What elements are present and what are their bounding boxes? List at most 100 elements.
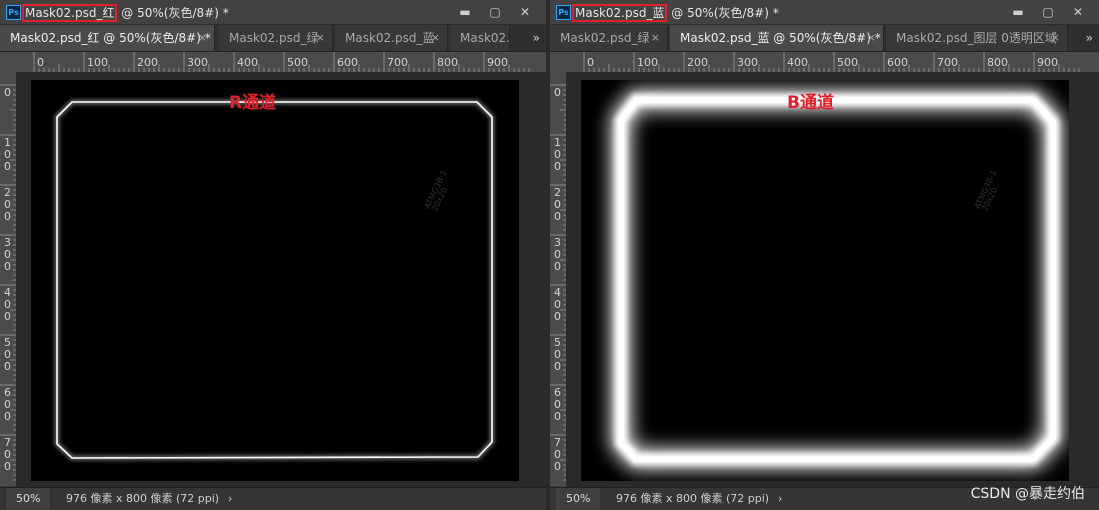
status-menu-arrow-icon[interactable]: › [778,488,782,510]
window-controls: ▬ ▢ ✕ [450,2,540,22]
ruler-label: 500 [4,336,11,373]
vertical-ruler-svg: 0 1 0 0 2 0 0 3 0 0 4 0 0 5 0 0 6 0 0 7 0 0 [0,84,16,481]
tab-label: Mask02.psd_蓝 @ 50%(灰色/8#) * [680,31,881,45]
tab-label: Mask02.psd_图层 0透明区域 [896,31,1057,45]
channel-label: R通道 [229,93,277,113]
ruler-label: 800 [987,56,1008,69]
ruler-label: 700 [387,56,408,69]
vertical-ruler-svg: 0 1 0 0 2 0 0 3 0 0 4 0 0 5 0 0 6 0 0 7 0 0 [550,84,566,481]
ruler-label: 100 [87,56,108,69]
minimize-button[interactable]: ▬ [450,2,480,22]
status-bar: 50% 976 像素 x 800 像素 (72 ppi) › [0,487,546,510]
window-title: Mask02.psd_蓝 @ 50%(灰色/8#) * [572,4,779,22]
tab-close-icon[interactable]: × [867,25,876,51]
ruler-label: 100 [554,136,561,173]
document-canvas[interactable]: R通道 ATMG3B-1 20x20 [31,80,519,481]
tab-close-icon[interactable]: × [316,25,325,51]
title-suffix: @ 50%(灰色/8#) * [117,6,229,20]
tab-label: Mask02.psd_红 @ 50%(灰色/8#) * [10,31,211,45]
tab-close-icon[interactable]: × [651,25,660,51]
ruler-label: 400 [787,56,808,69]
b-channel-frame [610,89,1064,470]
window-controls: ▬ ▢ ✕ [1003,2,1093,22]
title-highlight-box: Mask02.psd_红 [22,4,118,22]
tab-mask02-truncated[interactable]: Mask02. [450,25,510,51]
tab-label: Mask02. [460,31,510,45]
ruler-label: 300 [554,236,561,273]
canvas-workspace[interactable]: R通道 ATMG3B-1 20x20 [17,73,546,487]
tab-overflow-icon[interactable]: » [1086,25,1093,51]
document-canvas[interactable]: B通道 ATMG3B-1 20x20 [581,80,1069,481]
status-menu-arrow-icon[interactable]: › [228,488,232,510]
horizontal-ruler-svg: 0 100 200 300 400 500 600 700 800 900 [583,52,1080,72]
ruler-label: 700 [4,436,11,473]
vertical-ruler[interactable]: 0 100 200 300 400 500 600 700 [0,72,17,486]
ruler-label: 300 [737,56,758,69]
tab-close-icon[interactable]: × [198,25,207,51]
ruler-label: 500 [287,56,308,69]
tab-mask02-green[interactable]: Mask02.psd_绿 × [219,25,333,51]
window-title: Mask02.psd_红 @ 50%(灰色/8#) * [22,4,229,22]
ruler-label: 700 [554,436,561,473]
ruler-label: 400 [4,286,11,323]
ruler-label: 0 [554,86,561,99]
ruler-label: 900 [487,56,508,69]
credit-watermark: CSDN @暴走约伯 [970,486,1085,502]
tab-bar: Mask02.psd_红 @ 50%(灰色/8#) * × Mask02.psd… [0,25,546,52]
title-highlight-box: Mask02.psd_蓝 [572,4,668,22]
ruler-label: 400 [554,286,561,323]
ruler-corner [0,52,16,72]
ruler-label: 500 [554,336,561,373]
ruler-label: 800 [437,56,458,69]
title-bar[interactable]: Ps Mask02.psd_蓝 @ 50%(灰色/8#) * ▬ ▢ ✕ [550,0,1099,25]
ruler-label: 200 [554,186,561,223]
ruler-label: 400 [237,56,258,69]
ruler-label: 600 [887,56,908,69]
tab-mask02-blue[interactable]: Mask02.psd_蓝 × [335,25,448,51]
title-bar[interactable]: Ps Mask02.psd_红 @ 50%(灰色/8#) * ▬ ▢ ✕ [0,0,546,25]
close-button[interactable]: ✕ [510,2,540,22]
horizontal-ruler-svg: 0 100 200 300 400 500 600 700 800 900 [33,52,530,72]
photoshop-icon: Ps [6,5,21,20]
document-info: 976 像素 x 800 像素 (72 ppi) [66,492,220,505]
tab-overflow-icon[interactable]: » [533,25,540,51]
tab-mask02-layer0-transparent[interactable]: Mask02.psd_图层 0透明区域 × [886,25,1068,51]
maximize-button[interactable]: ▢ [480,2,510,22]
document-window-blue: Ps Mask02.psd_蓝 @ 50%(灰色/8#) * ▬ ▢ ✕ Mas… [550,0,1099,510]
zoom-field[interactable]: 50% [556,488,600,510]
tab-mask02-blue[interactable]: Mask02.psd_蓝 @ 50%(灰色/8#) * × [670,25,884,51]
ruler-label: 700 [937,56,958,69]
r-channel-frame [55,100,494,461]
tab-mask02-green[interactable]: Mask02.psd_绿 × [550,25,668,51]
ruler-label: 500 [837,56,858,69]
close-button[interactable]: ✕ [1063,2,1093,22]
tab-mask02-red[interactable]: Mask02.psd_红 @ 50%(灰色/8#) * × [0,25,215,51]
vertical-ruler[interactable]: 0 100 200 300 400 500 600 700 [550,72,567,486]
ruler-label: 0 [37,56,44,69]
ruler-label: 300 [187,56,208,69]
ruler-label: 200 [137,56,158,69]
tab-close-icon[interactable]: × [431,25,440,51]
zoom-field[interactable]: 50% [6,488,50,510]
ruler-label: 100 [637,56,658,69]
maximize-button[interactable]: ▢ [1033,2,1063,22]
ruler-label: 100 [4,136,11,173]
minimize-button[interactable]: ▬ [1003,2,1033,22]
horizontal-ruler[interactable]: 0 100 200 300 400 500 600 700 800 900 [566,52,1099,73]
channel-label: B通道 [787,93,834,113]
ruler-label: 300 [4,236,11,273]
tab-label: Mask02.psd_蓝 [345,31,435,45]
ruler-label: 600 [4,386,11,423]
canvas-workspace[interactable]: B通道 ATMG3B-1 20x20 [567,73,1099,487]
ruler-label: 600 [337,56,358,69]
ruler-label: 600 [554,386,561,423]
tab-bar: Mask02.psd_绿 × Mask02.psd_蓝 @ 50%(灰色/8#)… [550,25,1099,52]
document-window-red: Ps Mask02.psd_红 @ 50%(灰色/8#) * ▬ ▢ ✕ Mas… [0,0,546,510]
ruler-corner [550,52,566,72]
ruler-label: 900 [1037,56,1058,69]
horizontal-ruler[interactable]: 0 100 200 300 400 500 600 700 800 900 [16,52,546,73]
ruler-label: 200 [4,186,11,223]
tab-close-icon[interactable]: × [1051,25,1060,51]
ruler-label: 200 [687,56,708,69]
tab-label: Mask02.psd_绿 [560,31,650,45]
